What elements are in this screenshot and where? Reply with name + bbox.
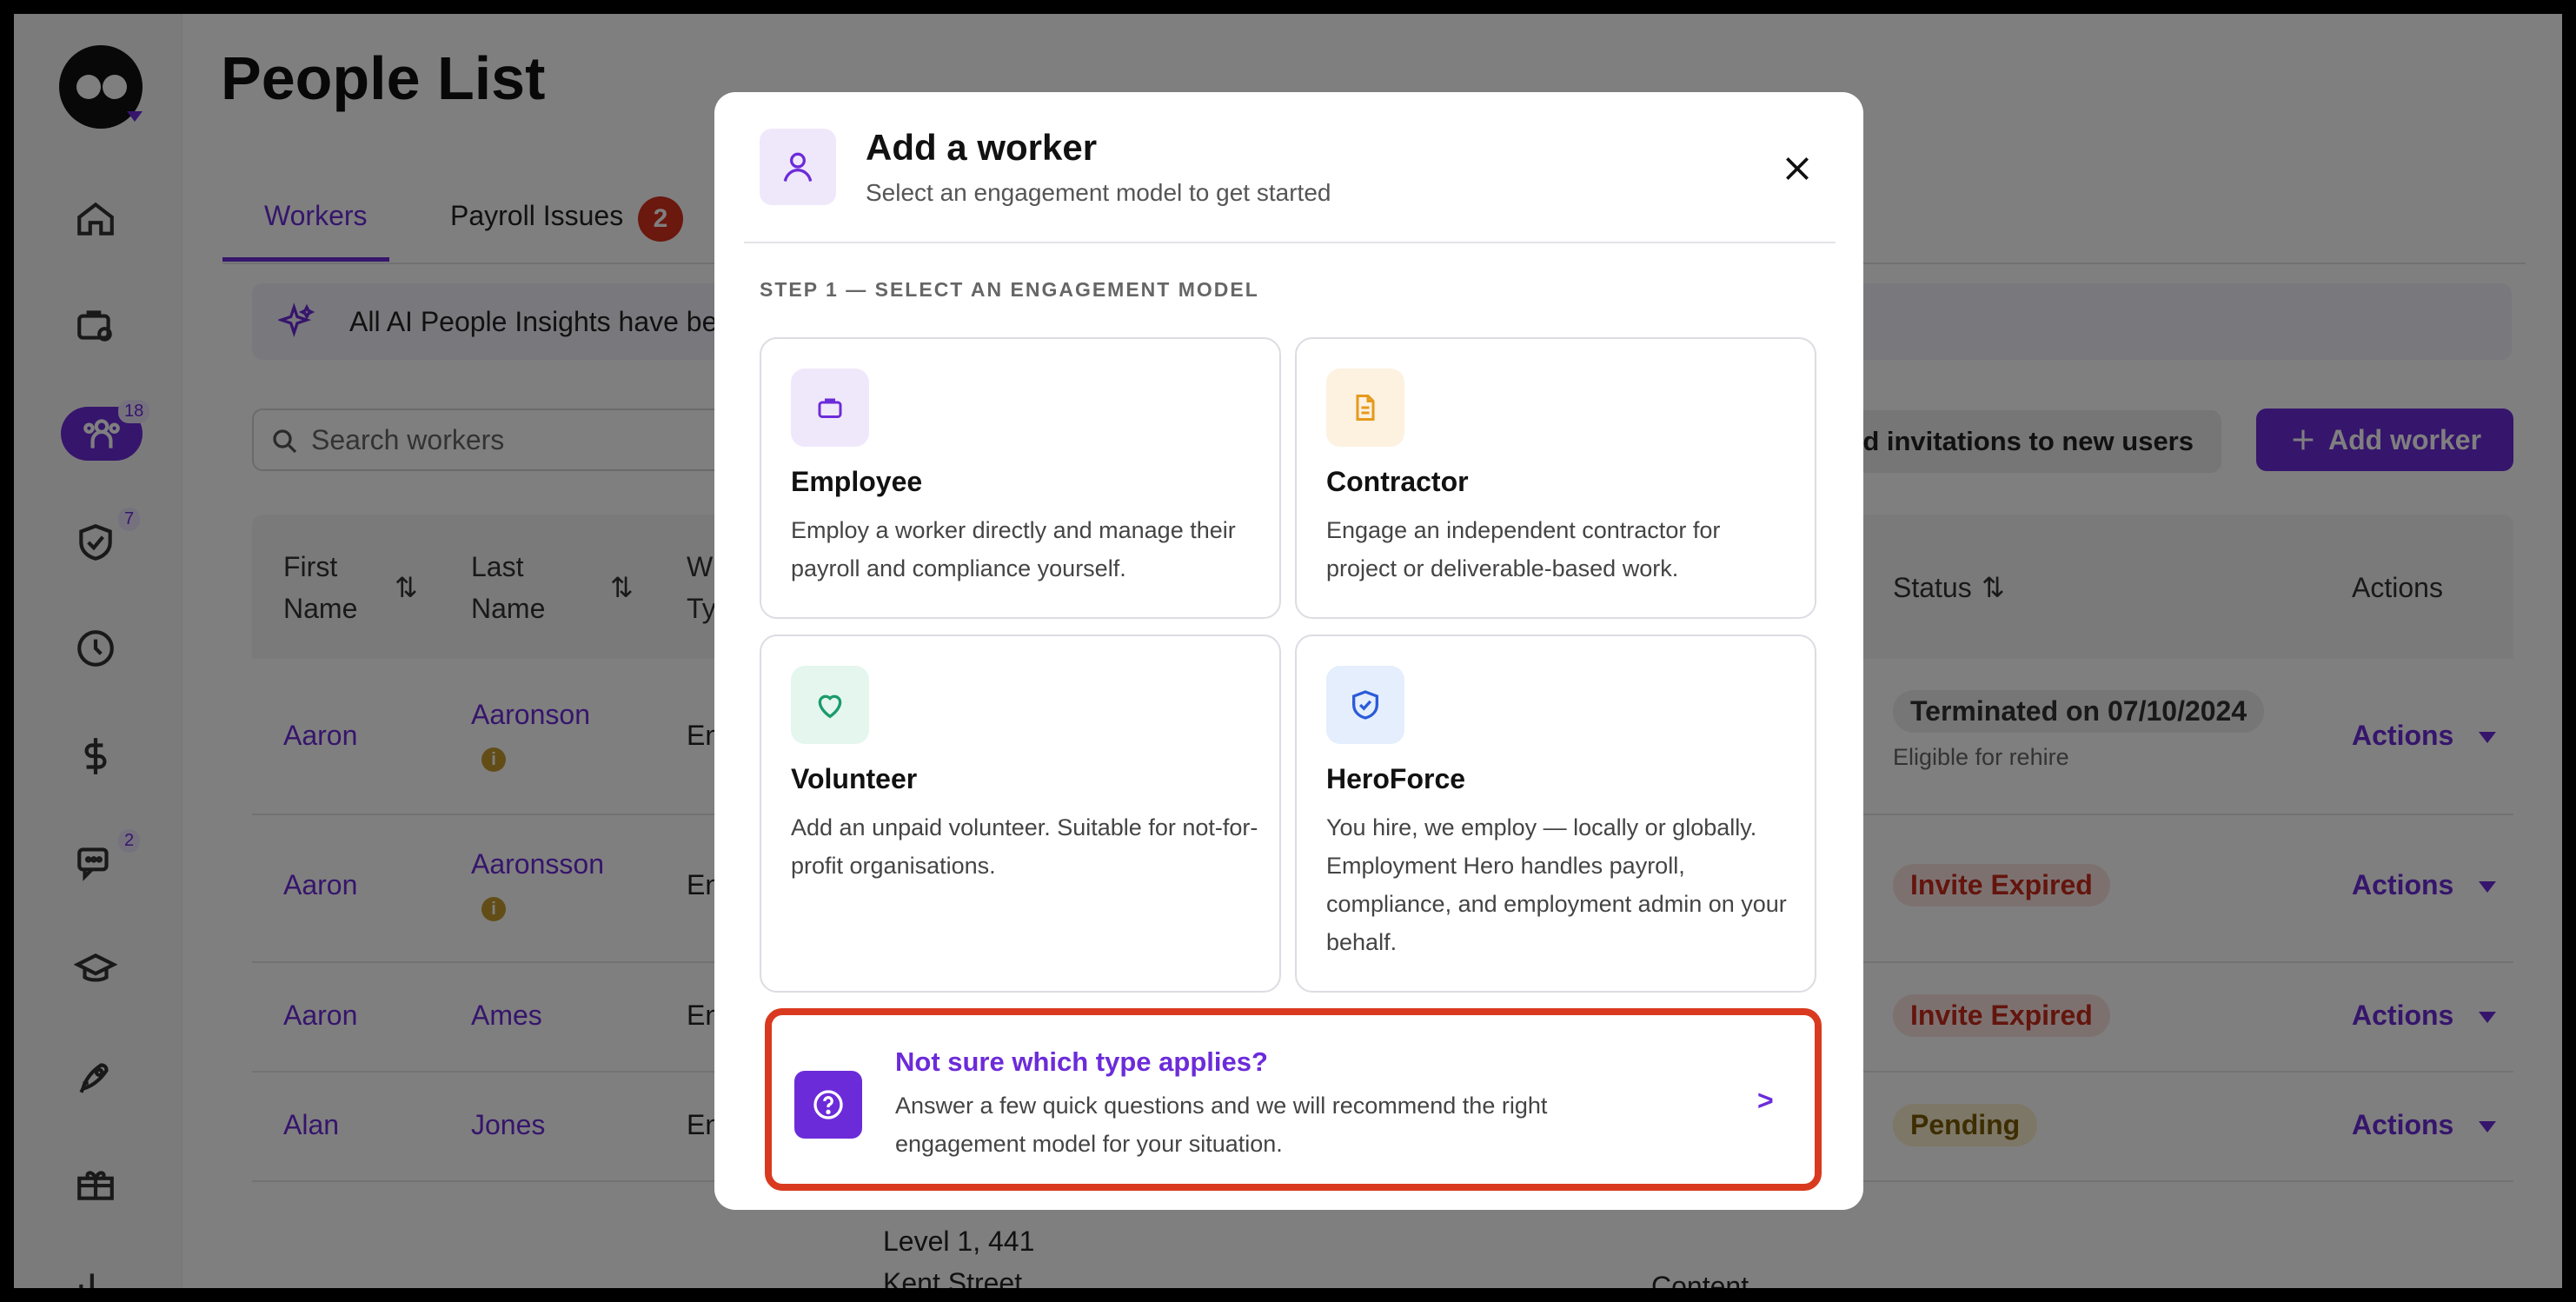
volunteer-card[interactable]: Volunteer Add an unpaid volunteer. Suita… — [760, 634, 1281, 993]
card-title: HeroForce — [1326, 763, 1466, 794]
engagement-help-link[interactable]: Not sure which type applies? Answer a fe… — [765, 1008, 1822, 1191]
briefcase-icon — [791, 369, 869, 447]
close-icon[interactable] — [1778, 149, 1816, 188]
step-label: STEP 1 — SELECT AN ENGAGEMENT MODEL — [760, 278, 1259, 301]
modal-divider — [744, 242, 1836, 243]
question-icon — [794, 1071, 862, 1139]
heroforce-card[interactable]: HeroForce You hire, we employ — locally … — [1295, 634, 1816, 993]
card-description: Add an unpaid volunteer. Suitable for no… — [791, 814, 1258, 879]
person-icon — [760, 129, 836, 205]
card-description: You hire, we employ — locally or globall… — [1326, 814, 1787, 955]
heart-icon — [791, 666, 869, 744]
card-description: Employ a worker directly and manage thei… — [791, 517, 1236, 581]
help-description: Answer a few quick questions and we will… — [895, 1093, 1548, 1157]
contractor-card[interactable]: Contractor Engage an independent contrac… — [1295, 337, 1816, 619]
add-worker-modal: Add a worker Select an engagement model … — [714, 92, 1863, 1210]
shield-check-icon — [1326, 666, 1404, 744]
document-icon — [1326, 369, 1404, 447]
employee-card[interactable]: Employee Employ a worker directly and ma… — [760, 337, 1281, 619]
chevron-right-icon: > — [1757, 1085, 1774, 1116]
card-description: Engage an independent contractor for pro… — [1326, 517, 1721, 581]
modal-title: Add a worker — [866, 127, 1098, 168]
modal-subtitle: Select an engagement model to get starte… — [866, 179, 1331, 206]
card-title: Volunteer — [791, 763, 918, 794]
app-window: 18 7 2 People List Workers Pay — [14, 14, 2562, 1288]
card-title: Contractor — [1326, 466, 1469, 497]
help-title: Not sure which type applies? — [895, 1046, 1268, 1077]
card-title: Employee — [791, 466, 923, 497]
